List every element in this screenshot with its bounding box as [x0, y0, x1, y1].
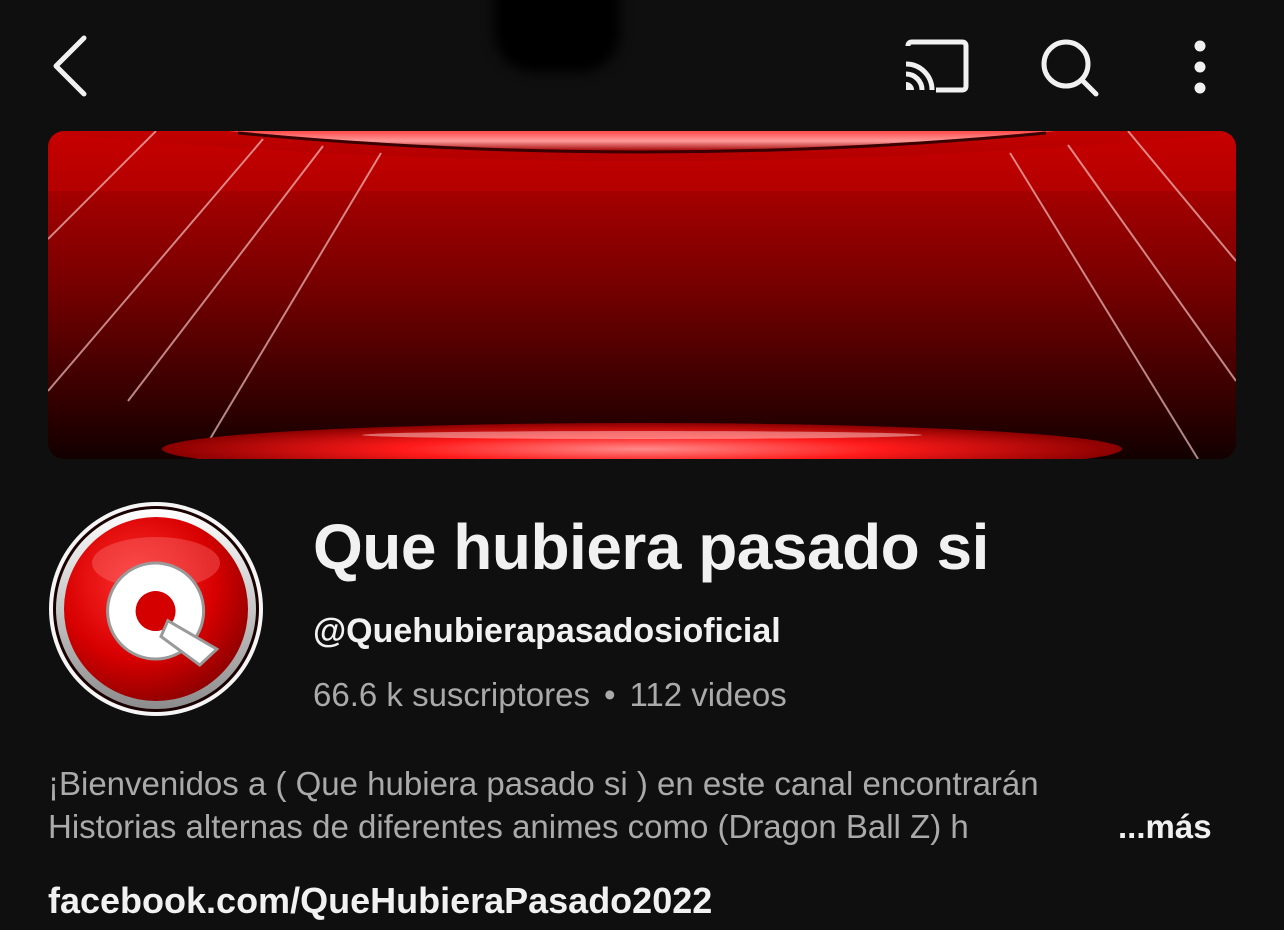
back-arrow-icon[interactable] [40, 30, 100, 102]
channel-stats: 66.6 k suscriptores • 112 videos [313, 676, 787, 714]
cast-icon[interactable] [896, 34, 976, 100]
description-line-2: Historias alternas de diferentes animes … [48, 805, 1108, 848]
top-app-bar [0, 0, 1284, 130]
search-icon[interactable] [1030, 30, 1110, 104]
channel-external-link[interactable]: facebook.com/QueHubieraPasado2022 [48, 880, 712, 922]
stats-separator: • [603, 676, 616, 713]
channel-description[interactable]: ¡Bienvenidos a ( Que hubiera pasado si )… [48, 762, 1238, 848]
description-line-1: ¡Bienvenidos a ( Que hubiera pasado si )… [48, 765, 1039, 802]
channel-name: Que hubiera pasado si [313, 511, 989, 583]
more-vertical-icon[interactable] [1176, 34, 1224, 100]
show-more-link[interactable]: ...más [1118, 805, 1212, 848]
video-count: 112 videos [629, 676, 787, 713]
channel-banner [48, 131, 1236, 459]
subscriber-count: 66.6 k suscriptores [313, 676, 590, 713]
channel-handle: @Quehubierapasadosioficial [313, 612, 781, 650]
channel-avatar[interactable] [48, 501, 264, 717]
